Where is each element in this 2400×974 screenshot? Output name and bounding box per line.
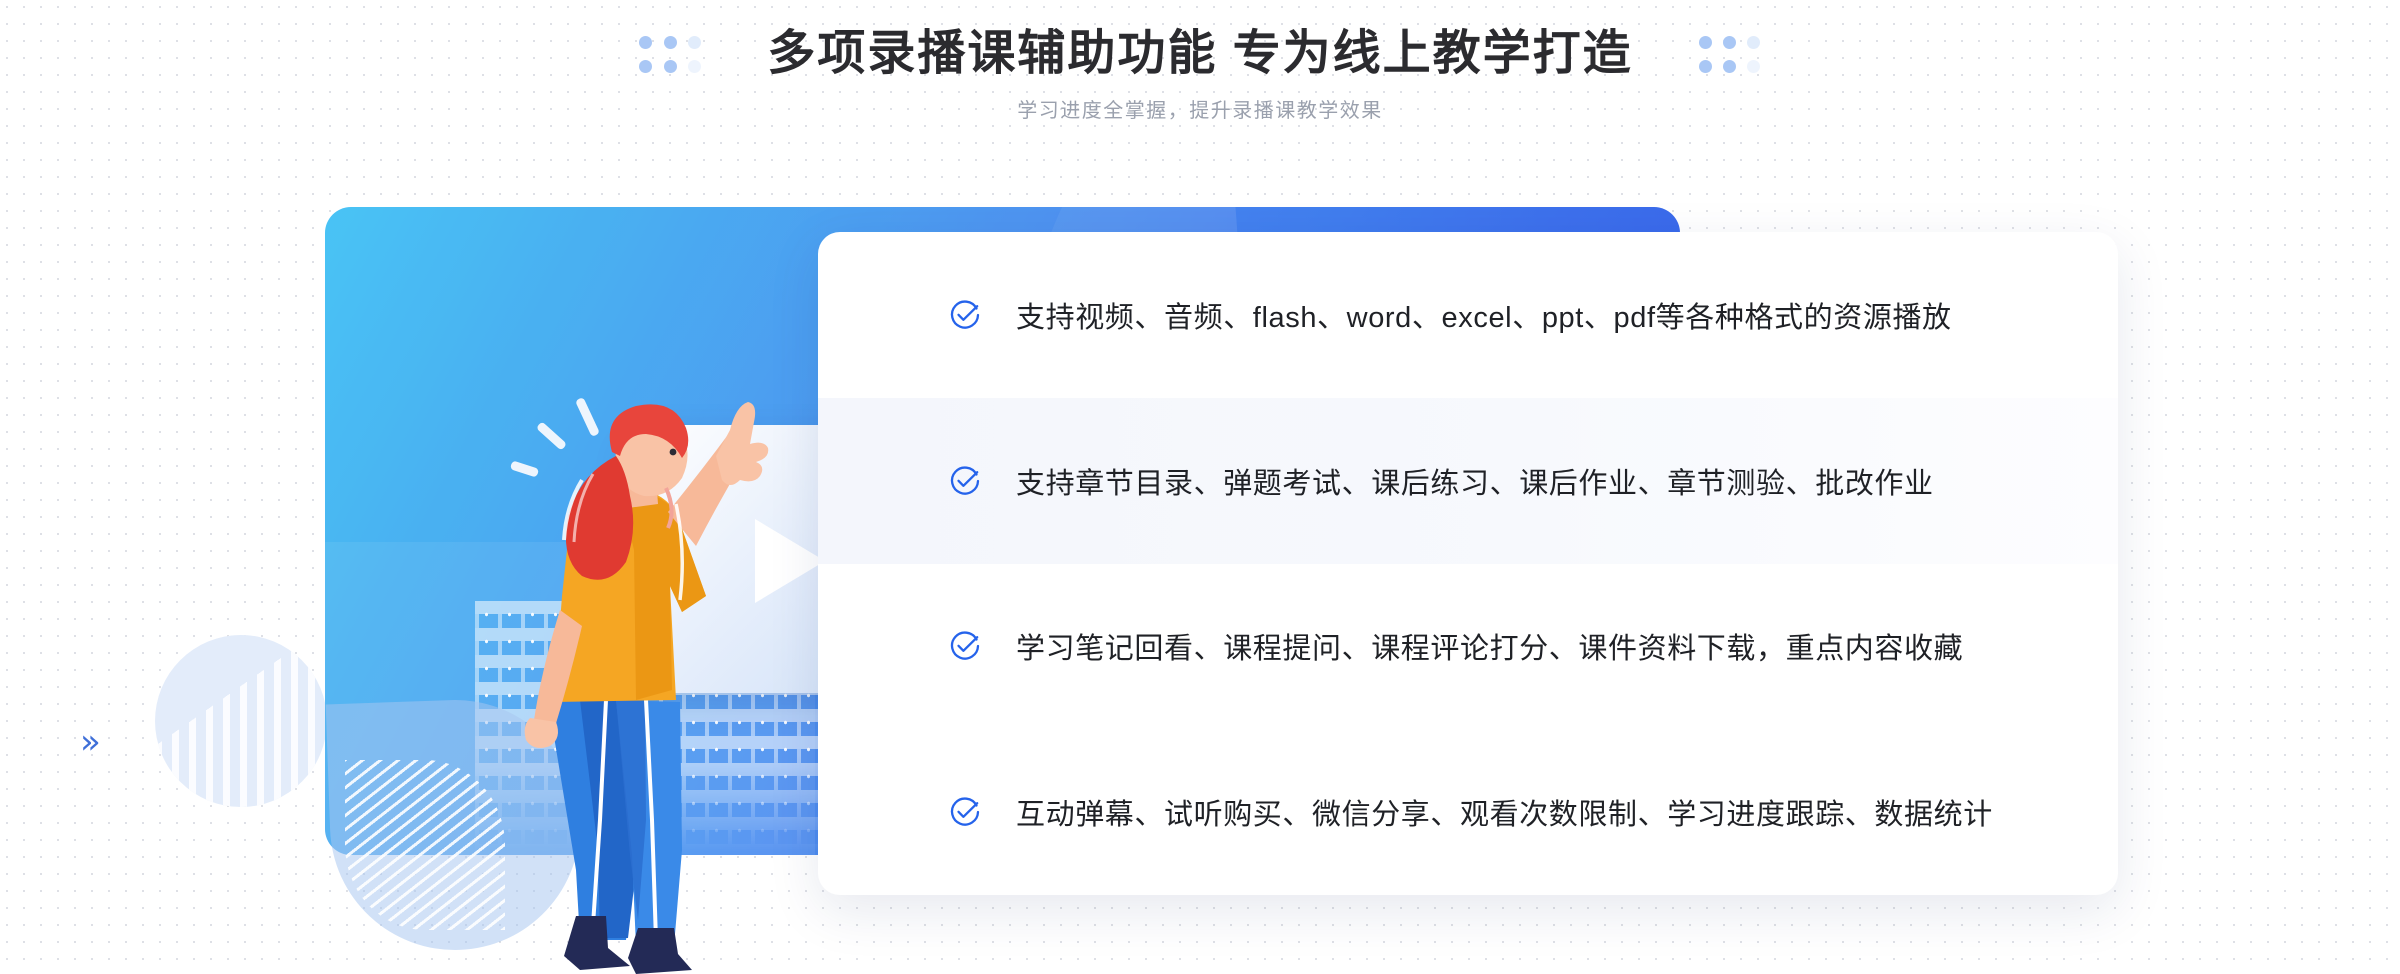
feature-row[interactable]: 支持章节目录、弹题考试、课后练习、课后作业、章节测验、批改作业 xyxy=(818,397,2118,564)
feature-text: 支持视频、音频、flash、word、excel、ppt、pdf等各种格式的资源… xyxy=(1016,301,1952,334)
dot-cluster-right-decoration xyxy=(1698,35,1761,73)
check-circle-icon xyxy=(950,466,980,495)
title-row: 多项录播课辅助功能 专为线上教学打造 xyxy=(0,24,2400,84)
woman-pointing-up-illustration xyxy=(524,402,769,974)
page-title: 多项录播课辅助功能 专为线上教学打造 xyxy=(767,27,1633,80)
feature-text: 支持章节目录、弹题考试、课后练习、课后作业、章节测验、批改作业 xyxy=(1016,467,1934,500)
features-card: 支持视频、音频、flash、word、excel、ppt、pdf等各种格式的资源… xyxy=(818,232,2118,895)
feature-row[interactable]: 学习笔记回看、课程提问、课程评论打分、课件资料下载，重点内容收藏 xyxy=(818,564,2118,730)
check-circle-icon xyxy=(950,300,980,329)
feature-text: 互动弹幕、试听购买、微信分享、观看次数限制、学习进度跟踪、数据统计 xyxy=(1016,799,1993,832)
feature-row[interactable]: 支持视频、音频、flash、word、excel、ppt、pdf等各种格式的资源… xyxy=(818,232,2118,398)
dot-cluster-left-decoration xyxy=(639,35,701,73)
check-circle-icon xyxy=(950,797,980,826)
page-subtitle: 学习进度全掌握，提升录播课教学效果 xyxy=(1017,100,1383,122)
feature-text: 学习笔记回看、课程提问、课程评论打分、课件资料下载，重点内容收藏 xyxy=(1016,633,1964,666)
feature-row[interactable]: 互动弹幕、试听购买、微信分享、观看次数限制、学习进度跟踪、数据统计 xyxy=(818,729,2118,895)
check-circle-icon xyxy=(950,631,980,661)
page-header: 多项录播课辅助功能 专为线上教学打造 学习进度全掌握，提升录播课教学效果 xyxy=(0,0,2400,160)
chevron-right-icon: » xyxy=(80,722,101,762)
striped-circle-decoration xyxy=(155,635,327,807)
